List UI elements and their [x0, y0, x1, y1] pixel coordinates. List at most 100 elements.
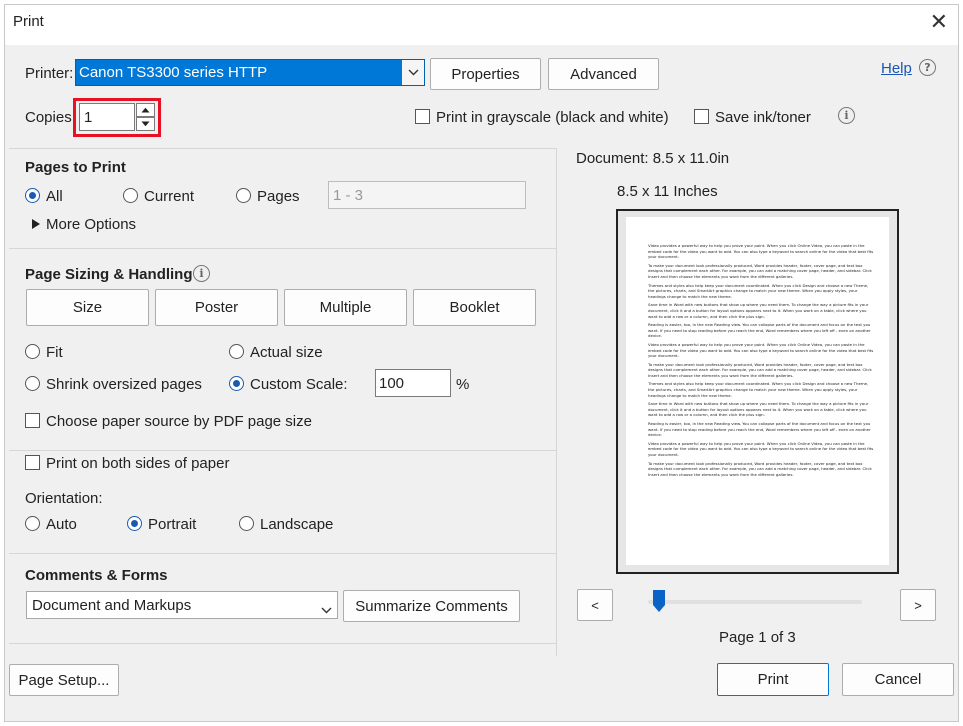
custom-scale-value: 100	[379, 375, 405, 392]
actual-size-option[interactable]: Actual size	[229, 344, 323, 361]
orientation-auto-radio[interactable]	[25, 516, 40, 531]
orientation-portrait-option[interactable]: Portrait	[127, 516, 196, 533]
pages-range-value: 1 - 3	[333, 187, 364, 204]
summarize-comments-button[interactable]: Summarize Comments	[343, 590, 520, 622]
save-ink-label: Save ink/toner	[715, 109, 811, 126]
both-sides-checkbox[interactable]	[25, 455, 40, 470]
divider	[9, 553, 556, 554]
close-icon[interactable]: ✕	[930, 9, 948, 35]
comments-select-value: Document and Markups	[32, 597, 192, 614]
pages-current-option[interactable]: Current	[123, 188, 194, 205]
orientation-landscape-option[interactable]: Landscape	[239, 516, 333, 533]
next-page-button[interactable]: >	[900, 589, 936, 621]
orientation-auto-option[interactable]: Auto	[25, 516, 77, 533]
grayscale-label: Print in grayscale (black and white)	[436, 109, 669, 126]
page-slider-track[interactable]	[648, 600, 862, 604]
comments-select[interactable]: Document and Markups	[26, 591, 338, 619]
orientation-portrait-radio[interactable]	[127, 516, 142, 531]
triangle-right-icon	[32, 219, 40, 229]
paper-source-option[interactable]: Choose paper source by PDF page size	[25, 413, 312, 430]
custom-scale-radio[interactable]	[229, 376, 244, 391]
custom-scale-input[interactable]: 100	[375, 369, 451, 397]
percent-label: %	[456, 376, 470, 393]
page-indicator: Page 1 of 3	[719, 629, 796, 646]
printer-select[interactable]: Canon TS3300 series HTTP	[75, 59, 425, 86]
sizing-title: Page Sizing & Handling	[25, 266, 193, 283]
pages-to-print-title: Pages to Print	[25, 159, 126, 176]
shrink-radio[interactable]	[25, 376, 40, 391]
sizing-info-icon[interactable]: i	[193, 264, 210, 282]
custom-scale-label: Custom Scale:	[250, 376, 348, 393]
pages-range-input[interactable]: 1 - 3	[328, 181, 526, 209]
shrink-option[interactable]: Shrink oversized pages	[25, 376, 202, 393]
print-button[interactable]: Print	[717, 663, 829, 696]
preview-page: Video provides a powerful way to help yo…	[626, 217, 889, 565]
tab-poster[interactable]: Poster	[155, 289, 278, 326]
window-title: Print	[13, 13, 44, 30]
fit-radio[interactable]	[25, 344, 40, 359]
prev-page-button[interactable]: <	[577, 589, 613, 621]
grayscale-checkbox[interactable]	[415, 109, 430, 124]
actual-size-radio[interactable]	[229, 344, 244, 359]
title-bar: Print ✕	[5, 5, 958, 45]
orientation-portrait-label: Portrait	[148, 516, 197, 533]
pages-range-radio[interactable]	[236, 188, 251, 203]
divider	[9, 643, 556, 644]
fit-option[interactable]: Fit	[25, 344, 63, 361]
paper-source-label: Choose paper source by PDF page size	[46, 413, 312, 430]
pages-current-radio[interactable]	[123, 188, 138, 203]
info-icon[interactable]: i	[838, 106, 855, 124]
grayscale-option[interactable]: Print in grayscale (black and white)	[415, 109, 669, 126]
preview-paragraph: Reading is easier, too, in the new Readi…	[648, 421, 871, 438]
orientation-landscape-radio[interactable]	[239, 516, 254, 531]
copies-decrement-button[interactable]	[136, 117, 155, 131]
help-link[interactable]: Help	[881, 60, 912, 77]
more-options-label: More Options	[46, 216, 137, 233]
save-ink-checkbox[interactable]	[694, 109, 709, 124]
help-icon[interactable]: ?	[919, 58, 936, 76]
cancel-button[interactable]: Cancel	[842, 663, 954, 696]
tab-size[interactable]: Size	[26, 289, 149, 326]
more-options-toggle[interactable]: More Options	[32, 216, 136, 233]
tab-multiple[interactable]: Multiple	[284, 289, 407, 326]
printer-label: Printer:	[25, 65, 74, 82]
copies-increment-button[interactable]	[136, 103, 155, 117]
tab-booklet[interactable]: Booklet	[413, 289, 536, 326]
preview-paragraph: To make your document look professionall…	[648, 262, 872, 279]
orientation-label: Orientation:	[25, 490, 103, 507]
actual-size-label: Actual size	[250, 344, 323, 361]
advanced-button[interactable]: Advanced	[548, 58, 659, 90]
custom-scale-option[interactable]: Custom Scale:	[229, 376, 348, 393]
print-dialog: Print ✕ Printer: Canon TS3300 series HTT…	[4, 4, 959, 722]
preview-paragraph: Themes and styles also help keep your do…	[648, 282, 869, 299]
copies-input[interactable]: 1	[79, 103, 135, 131]
pages-all-option[interactable]: All	[25, 188, 63, 205]
divider	[9, 148, 556, 149]
copies-label: Copies:	[25, 109, 76, 126]
preview-paragraph: Save time in Word with new buttons that …	[648, 302, 869, 319]
chevron-down-icon[interactable]	[321, 601, 332, 618]
fit-label: Fit	[46, 344, 63, 361]
orientation-landscape-label: Landscape	[260, 516, 334, 533]
printer-select-value: Canon TS3300 series HTTP	[79, 64, 268, 81]
pages-all-radio[interactable]	[25, 188, 40, 203]
both-sides-option[interactable]: Print on both sides of paper	[25, 455, 229, 472]
preview-paragraph: To make your document look professionall…	[648, 361, 872, 378]
page-setup-button[interactable]: Page Setup...	[9, 664, 119, 696]
pages-all-label: All	[46, 188, 63, 205]
orientation-auto-label: Auto	[46, 516, 77, 533]
paper-source-checkbox[interactable]	[25, 413, 40, 428]
preview-paragraph: Video provides a powerful way to help yo…	[648, 341, 874, 359]
paper-size-label: 8.5 x 11 Inches	[617, 183, 718, 200]
preview-paragraph: Themes and styles also help keep your do…	[648, 381, 869, 398]
properties-button[interactable]: Properties	[430, 58, 541, 90]
page-slider-thumb[interactable]	[652, 589, 666, 613]
document-size-label: Document: 8.5 x 11.0in	[576, 150, 730, 167]
pages-range-label: Pages	[257, 188, 300, 205]
pages-range-option[interactable]: Pages	[236, 188, 300, 205]
divider	[9, 248, 556, 249]
chevron-down-icon[interactable]	[402, 60, 424, 85]
save-ink-option[interactable]: Save ink/toner	[694, 109, 811, 126]
print-preview: Video provides a powerful way to help yo…	[616, 209, 899, 574]
both-sides-label: Print on both sides of paper	[46, 455, 230, 472]
